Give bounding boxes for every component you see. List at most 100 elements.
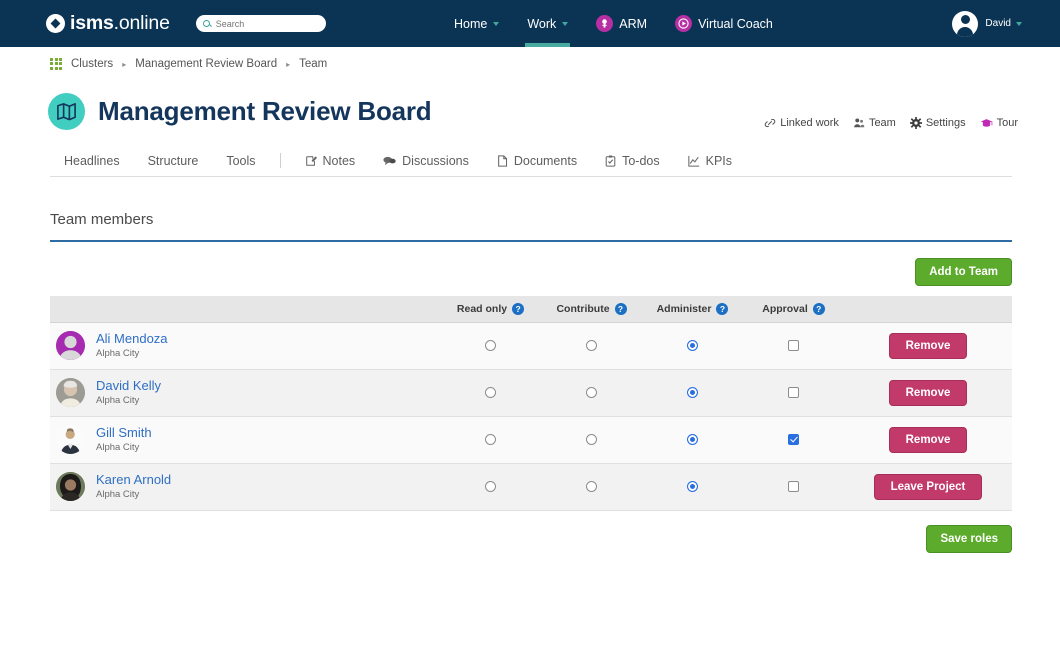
column-administer: Administer ?	[642, 296, 743, 323]
tab-bar: Headlines Structure Tools Notes Discussi…	[50, 145, 1012, 177]
tab-discussions-label: Discussions	[402, 153, 469, 168]
contribute-radio[interactable]	[586, 433, 597, 445]
action-cell: Remove	[844, 322, 1012, 370]
play-badge-icon	[675, 15, 693, 32]
tour-button[interactable]: Tour	[980, 117, 1018, 129]
tab-documents[interactable]: Documents	[483, 145, 591, 177]
nav-item-virtual-coach[interactable]: Virtual Coach	[661, 0, 787, 47]
leave-project-button[interactable]: Leave Project	[873, 473, 983, 500]
save-roles-button[interactable]: Save roles	[926, 524, 1012, 553]
administer-radio[interactable]	[687, 339, 698, 351]
graduation-cap-icon	[980, 117, 993, 129]
isms-logo-icon	[46, 14, 65, 33]
contribute-radio[interactable]	[586, 480, 597, 492]
gear-icon	[909, 117, 922, 129]
page-title: Management Review Board	[98, 95, 432, 126]
chart-line-icon	[687, 155, 700, 167]
member-location: Alpha City	[96, 489, 140, 501]
chevron-down-icon	[1016, 21, 1022, 26]
help-icon[interactable]: ?	[614, 302, 627, 315]
remove-button[interactable]: Remove	[888, 426, 968, 453]
logo-text-rest: .online	[113, 12, 170, 34]
breadcrumb-item-team[interactable]: Team	[299, 58, 327, 70]
action-cell: Leave Project	[844, 463, 1012, 511]
approval-checkbox[interactable]	[788, 339, 799, 351]
help-icon[interactable]: ?	[512, 302, 525, 315]
member-name[interactable]: Karen Arnold	[96, 472, 171, 488]
administer-cell	[642, 416, 743, 464]
member-cell: Ali Mendoza Alpha City	[50, 322, 440, 370]
table-toolbar: Add to Team	[50, 258, 1012, 286]
user-menu[interactable]: David	[952, 0, 1022, 47]
read-only-radio[interactable]	[485, 480, 496, 492]
discussions-icon	[383, 155, 396, 167]
nav-item-home[interactable]: Home	[440, 0, 513, 47]
administer-radio[interactable]	[687, 433, 698, 445]
approval-cell	[743, 369, 844, 417]
chevron-down-icon	[493, 21, 500, 26]
action-cell: Remove	[844, 369, 1012, 417]
column-actions	[844, 296, 1012, 323]
avatar	[952, 10, 979, 37]
read-only-radio[interactable]	[485, 433, 496, 445]
main-nav-items: Home Work ARM Virtual Coach	[440, 0, 787, 47]
chevron-down-icon	[562, 21, 569, 26]
help-icon[interactable]: ?	[812, 302, 825, 315]
tab-to-dos[interactable]: To-dos	[591, 145, 674, 177]
breadcrumb-item-clusters[interactable]: Clusters	[71, 58, 113, 70]
approval-checkbox[interactable]	[788, 480, 799, 492]
brand-logo[interactable]: isms.online	[46, 12, 170, 35]
administer-cell	[642, 369, 743, 417]
member-name[interactable]: Ali Mendoza	[96, 331, 168, 347]
contribute-radio[interactable]	[586, 339, 597, 351]
column-read-only: Read only ?	[440, 296, 541, 323]
tab-divider	[279, 153, 281, 168]
breadcrumb-item-management-review-board[interactable]: Management Review Board	[135, 58, 277, 70]
nav-item-work[interactable]: Work	[513, 0, 582, 47]
tab-kpis[interactable]: KPIs	[674, 145, 746, 177]
settings-button[interactable]: Settings	[909, 117, 966, 129]
linked-work-button[interactable]: Linked work	[764, 117, 839, 129]
tour-label: Tour	[996, 117, 1018, 129]
approval-checkbox[interactable]	[788, 433, 799, 445]
tab-tools[interactable]: Tools	[212, 145, 269, 177]
tab-structure-label: Structure	[147, 153, 199, 168]
avatar	[56, 472, 85, 501]
nav-item-work-label: Work	[527, 16, 557, 31]
contribute-radio[interactable]	[586, 386, 597, 398]
search-box[interactable]	[195, 15, 326, 32]
member-name[interactable]: David Kelly	[96, 378, 161, 394]
document-icon	[497, 154, 508, 167]
remove-button[interactable]: Remove	[888, 379, 968, 406]
search-input[interactable]	[213, 17, 319, 30]
remove-button[interactable]: Remove	[888, 332, 968, 359]
checklist-icon	[605, 155, 616, 167]
tab-to-dos-label: To-dos	[622, 153, 660, 168]
nav-item-arm[interactable]: ARM	[582, 0, 661, 47]
header-actions: Linked work Team Settings Tour	[764, 117, 1018, 129]
member-cell: Gill Smith Alpha City	[50, 416, 440, 464]
tab-headlines[interactable]: Headlines	[50, 145, 134, 177]
member-name[interactable]: Gill Smith	[96, 425, 152, 441]
approval-checkbox[interactable]	[788, 386, 799, 398]
team-button[interactable]: Team	[853, 117, 896, 129]
member-location: Alpha City	[96, 395, 140, 407]
tab-notes[interactable]: Notes	[291, 145, 370, 177]
member-location: Alpha City	[96, 348, 140, 360]
tab-discussions[interactable]: Discussions	[369, 145, 483, 177]
add-to-team-button[interactable]: Add to Team	[915, 258, 1012, 286]
tab-structure[interactable]: Structure	[134, 145, 213, 177]
read-only-cell	[440, 369, 541, 417]
help-icon[interactable]: ?	[716, 302, 729, 315]
administer-radio[interactable]	[687, 480, 698, 492]
read-only-radio[interactable]	[485, 386, 496, 398]
administer-radio[interactable]	[687, 386, 698, 398]
contribute-cell	[541, 463, 642, 511]
map-book-icon	[48, 92, 85, 130]
read-only-radio[interactable]	[485, 339, 496, 351]
contribute-cell	[541, 322, 642, 370]
team-members-table: Read only ? Contribute ? Administer ? Ap…	[50, 296, 1012, 511]
tab-tools-label: Tools	[226, 153, 256, 168]
approval-cell	[743, 322, 844, 370]
user-menu-label: David	[985, 18, 1011, 29]
